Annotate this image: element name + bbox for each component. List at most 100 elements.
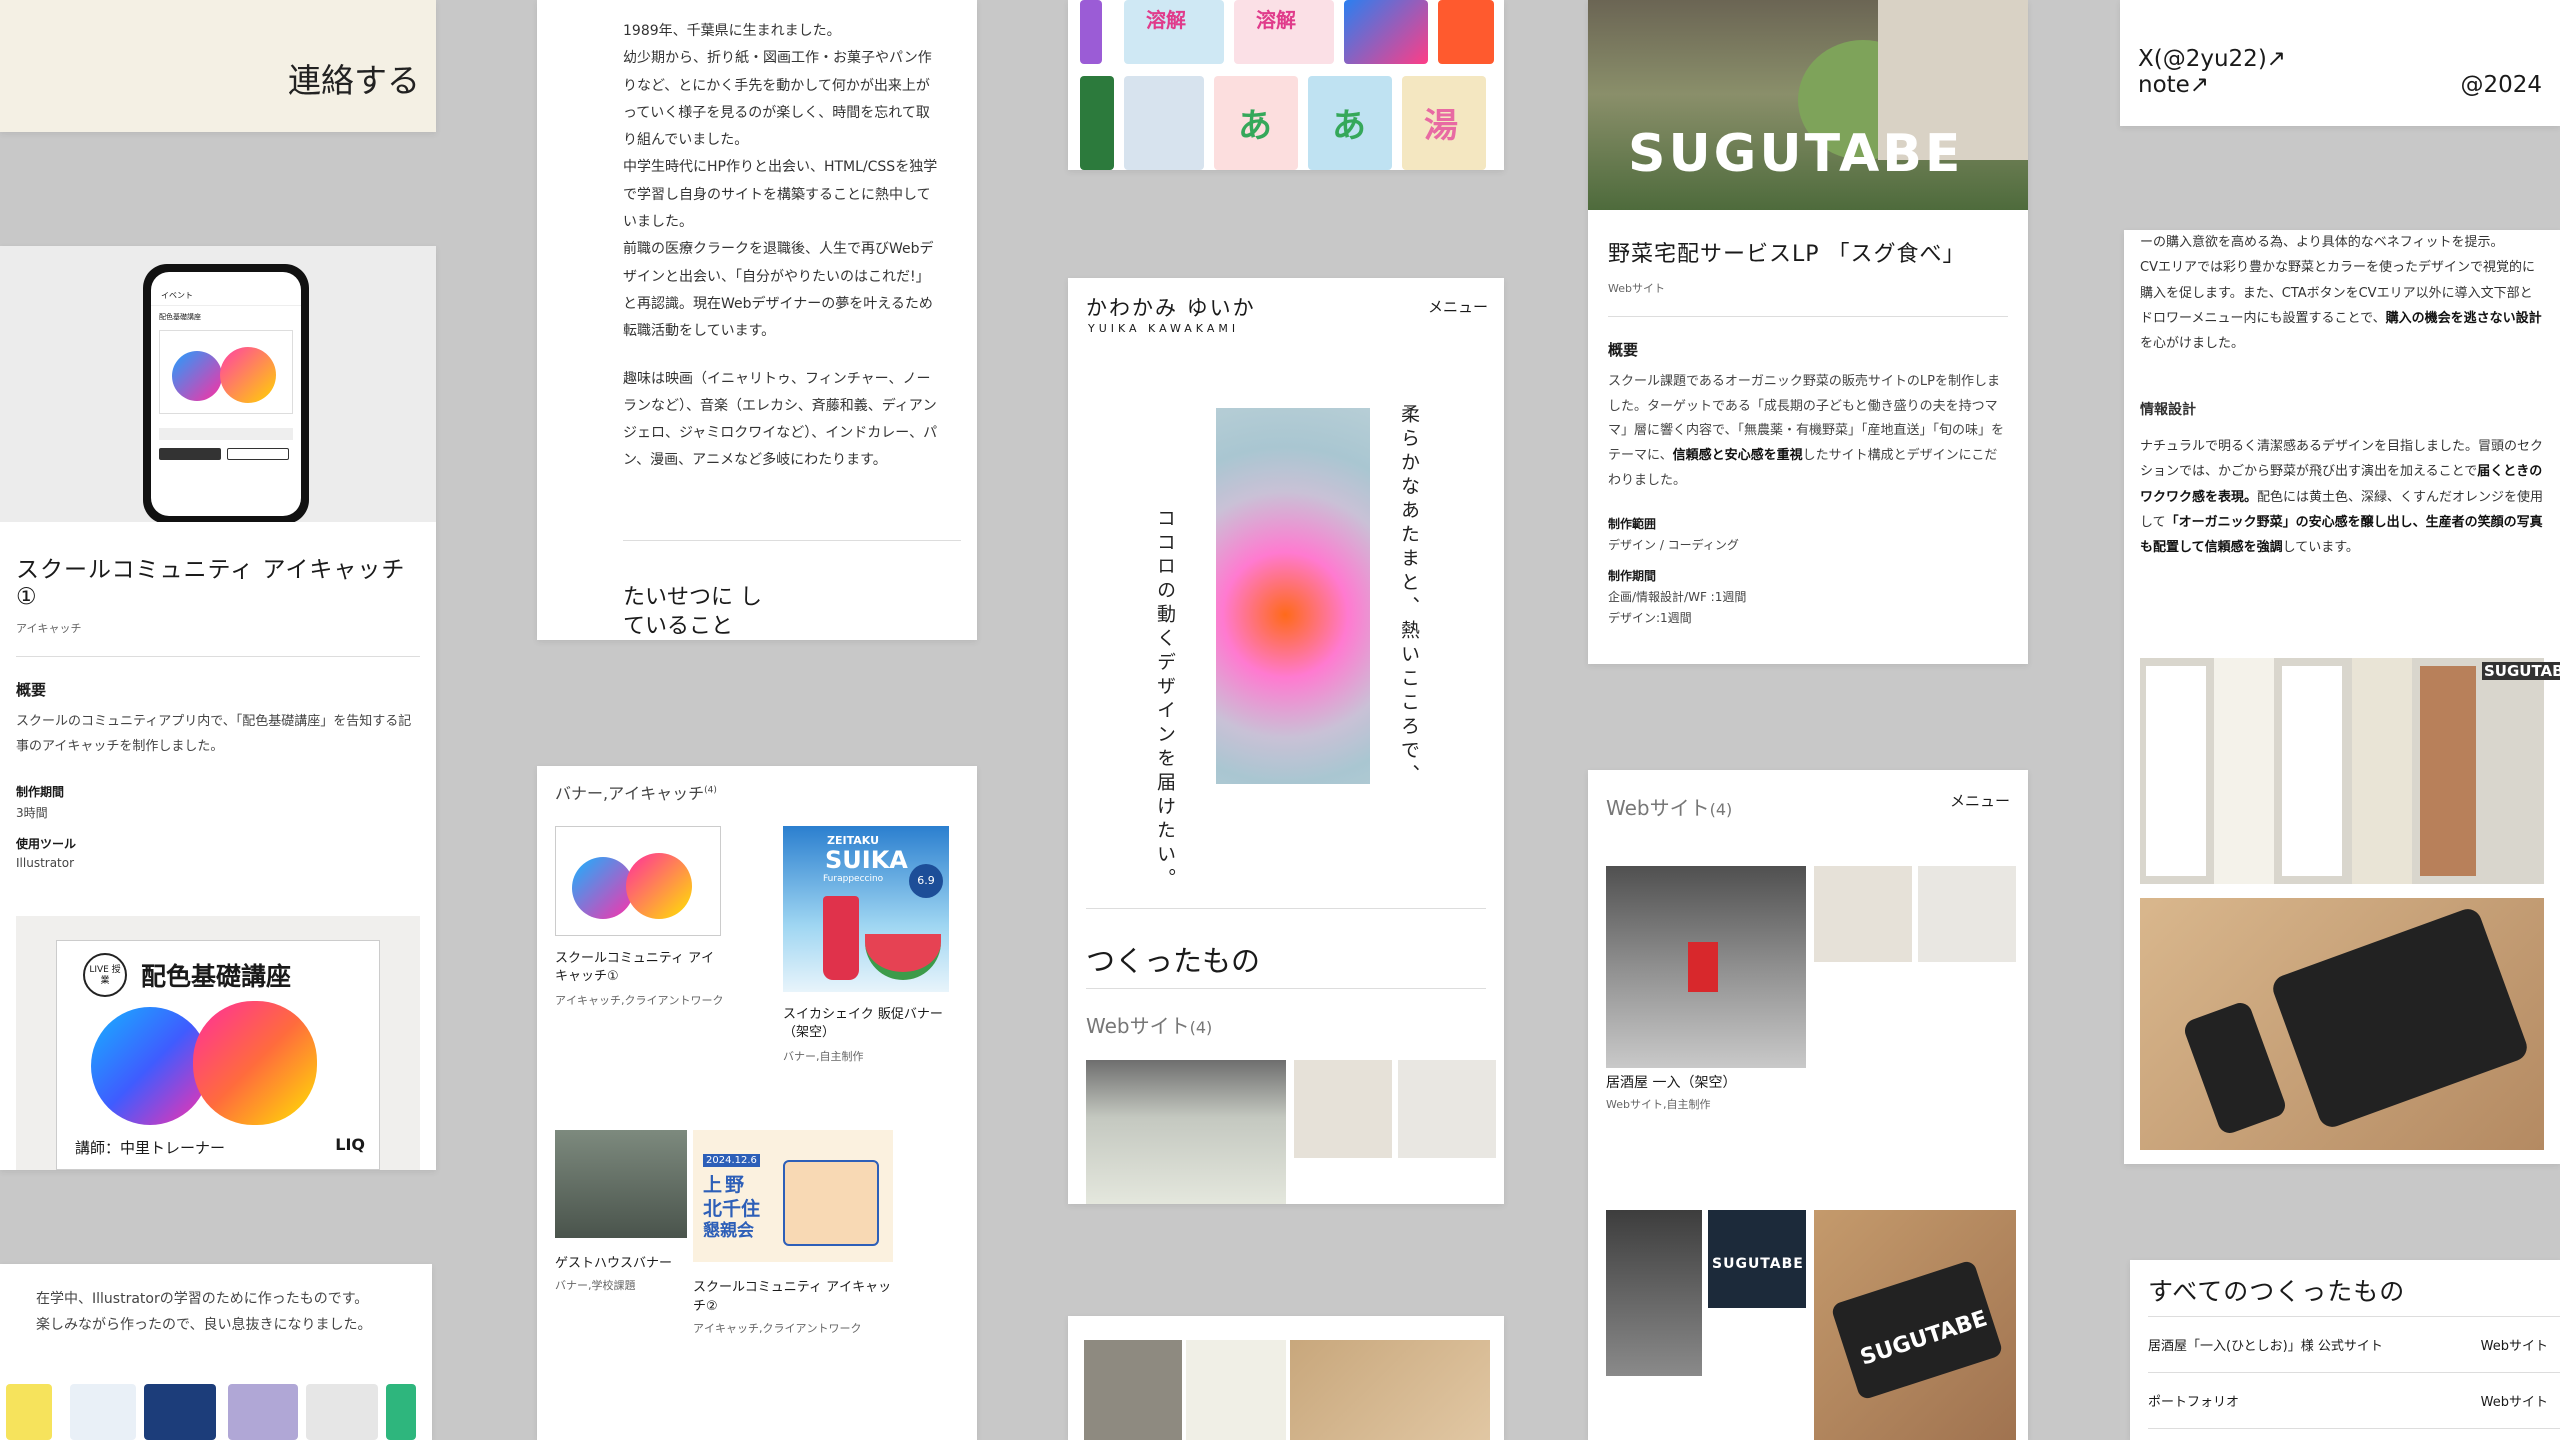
sugutabe-scope-value: デザイン / コーディング: [1608, 538, 1739, 553]
banner-item-2-title: スイカシェイク 販促バナー（架空）: [783, 1007, 943, 1041]
phone-mockup-area: イベント 配色基礎講座: [0, 246, 436, 522]
bio-p3: 中学生時代にHP作りと出会い、HTML/CSSを独学で学習し自身のサイトを構築す…: [623, 159, 938, 231]
suika-sub: Furappeccino: [823, 874, 884, 884]
sugutabe-overview-bold: 信頼感と安心感を重視: [1672, 448, 1803, 464]
hero-thumb-2[interactable]: [1294, 1060, 1392, 1158]
banner-item-4-tags: アイキャッチ,クライアントワーク: [693, 1322, 862, 1335]
banner-item-1[interactable]: スクールコミュニティ アイキャッチ① アイキャッチ,クライアントワーク: [555, 826, 725, 1008]
sugutabe-overview-heading: 概要: [1608, 341, 1639, 359]
copyright-year: @2024: [2460, 72, 2542, 98]
event-date: 2024.12.6: [703, 1154, 760, 1167]
hero-name-en: YUIKA KAWAKAMI: [1088, 322, 1240, 335]
hero-menu-button[interactable]: メニュー: [1428, 296, 1488, 317]
info-card: ーの購入意欲を高める為、より具体的なベネフィットを提示。 CVエリアでは彩り豊か…: [2124, 230, 2560, 1164]
bio-p2: 幼少期から、折り紙・図画工作・お菓子やパン作りなど、とにかく手先を動かして何かが…: [623, 50, 932, 149]
banner-teacher: 講師：中里トレーナー: [75, 1139, 226, 1157]
color-thumb-2: あ: [1332, 106, 1366, 146]
school-period-label: 制作期間: [16, 785, 65, 800]
info-device-photo: [2140, 898, 2544, 1150]
hero-gradient: [1216, 408, 1370, 784]
contact-label[interactable]: 連絡する: [288, 54, 420, 102]
info-heading: 情報設計: [2140, 401, 2196, 418]
color-thumb-4: 溶解: [1146, 8, 1186, 32]
banner-brand: LIQ: [335, 1135, 365, 1154]
web-thumb-sugutabe[interactable]: SUGUTABE: [1814, 1210, 2016, 1440]
all-works-row-1-type: Webサイト: [2480, 1339, 2548, 1354]
web-thumb-tablet[interactable]: [1918, 866, 2016, 962]
all-works-row-1-name: 居酒屋「一入(ひとしお)」様 公式サイト: [2148, 1339, 2383, 1354]
bio-card: 1989年、千葉県に生まれました。 幼少期から、折り紙・図画工作・お菓子やパン作…: [537, 0, 977, 640]
x-link[interactable]: X(@2yu22)↗: [2138, 46, 2286, 72]
school-overview-text: スクールのコミュニティアプリ内で、「配色基礎講座」を告知する記事のアイキャッチを…: [16, 714, 412, 754]
bio-p5: 趣味は映画（イニャリトゥ、フィンチャー、ノーランなど）、音楽（エレカシ、斉藤和義…: [623, 370, 938, 469]
all-works-heading: すべてのつくったもの: [2148, 1277, 2406, 1306]
contact-card[interactable]: 連絡する: [0, 0, 436, 132]
web-item-title[interactable]: 居酒屋 一入（架空）: [1606, 1072, 1736, 1092]
banner-item-1-title: スクールコミュニティ アイキャッチ①: [555, 951, 715, 985]
hero-web-label[interactable]: Webサイト: [1086, 1014, 1190, 1038]
all-works-row-2[interactable]: ポートフォリオ Webサイト: [2148, 1373, 2560, 1429]
color-thumb-3: 湯: [1424, 106, 1458, 146]
web-list-card: Webサイト(4) メニュー 居酒屋 一入（架空） Webサイト,自主制作 SU…: [1588, 770, 2028, 1440]
all-works-row-2-type: Webサイト: [2480, 1395, 2548, 1410]
web-list-heading: Webサイト: [1606, 796, 1710, 820]
note-text-2: 楽しみながら作ったので、良い息抜きになりました。: [36, 1317, 372, 1333]
sugutabe-logo: SUGUTABE: [1628, 124, 1964, 184]
web-list-menu-button[interactable]: メニュー: [1950, 790, 2010, 811]
sugutabe-category: Webサイト: [1608, 282, 1665, 295]
info-p3e: しています。: [2282, 540, 2359, 556]
school-banner-image: LIVE 授業 配色基礎講座 講師：中里トレーナー LIQ: [16, 916, 420, 1170]
bio-p1: 1989年、千葉県に生まれました。: [623, 23, 841, 39]
school-card: イベント 配色基礎講座 スクールコミュニティ アイキャッチ① アイキャッチ 概要…: [0, 246, 436, 1170]
banner-title: 配色基礎講座: [141, 962, 292, 991]
banner-item-2[interactable]: ZEITAKU SUIKA Furappeccino 6.9 スイカシェイク 販…: [783, 826, 959, 1064]
phone-subtitle: 配色基礎講座: [159, 313, 201, 321]
event-place-4: 懇親会: [703, 1221, 754, 1241]
info-p2c: を心がけました。: [2140, 336, 2245, 352]
banner-item-3[interactable]: ゲストハウスバナー バナー,学校課題: [555, 1130, 695, 1293]
banner-item-4[interactable]: 2024.12.6 上 野 北千住 懇親会 スクールコミュニティ アイキャッチ②…: [693, 1130, 903, 1336]
hero-thumb-1[interactable]: [1086, 1060, 1286, 1204]
info-p1: ーの購入意欲を高める為、より具体的なベネフィットを提示。: [2140, 235, 2504, 250]
all-works-card: すべてのつくったもの 居酒屋「一入(ひとしお)」様 公式サイト Webサイト ポ…: [2130, 1260, 2560, 1440]
sugutabe-title: 野菜宅配サービスLP 「スグ食べ」: [1608, 242, 1966, 267]
info-p2b: 購入の機会を逃さない設計: [2385, 311, 2542, 327]
event-place-2: 野: [725, 1174, 745, 1196]
web-list-count: (4): [1709, 800, 1733, 819]
sugutabe-period-value-2: デザイン:1週間: [1608, 611, 1692, 626]
school-tool-label: 使用ツール: [16, 837, 77, 852]
web-thumb-dark[interactable]: SUGUTABE: [1708, 1210, 1806, 1308]
web-thumb-phone[interactable]: [1814, 866, 1912, 962]
sugutabe-card: SUGUTABE 野菜宅配サービスLP 「スグ食べ」 Webサイト 概要 スクー…: [1588, 0, 2028, 664]
bio-heading: たいせつに していること: [623, 585, 762, 639]
note-text-1: 在学中、Illustratorの学習のために作ったものです。: [36, 1291, 369, 1307]
phone-frame: イベント 配色基礎講座: [143, 264, 309, 522]
web-thumb-dark-logo: SUGUTABE: [1712, 1256, 1804, 1272]
note-link[interactable]: note↗: [2138, 72, 2209, 98]
banner-item-4-title: スクールコミュニティ アイキャッチ②: [693, 1280, 892, 1314]
school-period-value: 3時間: [16, 806, 48, 821]
hero-copy-1: 柔らかなあたまと、熱いこころで、: [1398, 404, 1420, 788]
bio-p4: 前職の医療クラークを退職後、人生で再びWebデザインと出会い、「自分がやりたいの…: [623, 241, 934, 340]
school-title: スクールコミュニティ アイキャッチ①: [16, 557, 406, 610]
bottom-thumbs-card: [1068, 1316, 1504, 1440]
phone-header: イベント: [151, 272, 301, 306]
all-works-row-1[interactable]: 居酒屋「一入(ひとしお)」様 公式サイト Webサイト: [2148, 1317, 2560, 1373]
suika-name: SUIKA: [825, 846, 908, 874]
suika-date-badge: 6.9: [909, 864, 943, 898]
footer-card: X(@2yu22)↗ note↗ @2024: [2120, 0, 2560, 126]
color-thumb-1: あ: [1238, 106, 1272, 146]
hero-thumb-3[interactable]: [1398, 1060, 1496, 1158]
sugutabe-scope-label: 制作範囲: [1608, 517, 1657, 532]
web-thumb-hand[interactable]: [1606, 1210, 1702, 1376]
note-card: 在学中、Illustratorの学習のために作ったものです。 楽しみながら作った…: [0, 1264, 432, 1440]
works-heading: つくったもの: [1086, 944, 1261, 978]
color-thumb-5: 溶解: [1256, 8, 1296, 32]
sugutabe-period-label: 制作期間: [1608, 569, 1657, 584]
hero-web-count: (4): [1189, 1018, 1213, 1037]
web-item-tags: Webサイト,自主制作: [1606, 1098, 1711, 1111]
school-overview-heading: 概要: [16, 681, 47, 699]
web-thumb-izakaya[interactable]: [1606, 866, 1806, 1068]
hero-name-jp: かわかみ ゆいか: [1086, 296, 1256, 320]
school-category: アイキャッチ: [16, 622, 82, 635]
